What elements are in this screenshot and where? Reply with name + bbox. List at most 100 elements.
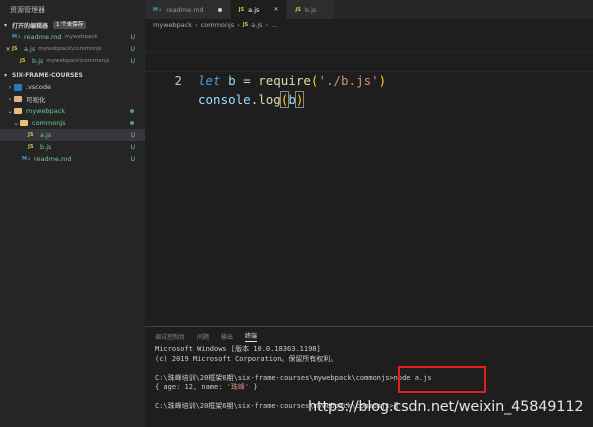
chevron-down-icon: ▾	[4, 21, 8, 29]
markdown-icon: M↓	[12, 34, 22, 40]
untracked-status: U	[130, 131, 135, 139]
open-editor-a-js[interactable]: ✕ JS a.js mywebpack\commonjs U	[0, 43, 145, 55]
tree-item-mywebpack[interactable]: ⌄ mywebpack	[0, 105, 145, 117]
project-title: SIX-FRAME-COURSES	[12, 71, 83, 79]
chevron-right-icon: ›	[8, 95, 12, 103]
tab-readme[interactable]: M↓ readme.md	[145, 0, 231, 19]
breadcrumb-item[interactable]: commonjs	[201, 21, 235, 29]
terminal-line: (c) 2019 Microsoft Corporation。保留所有权利。	[155, 354, 338, 363]
terminal-line: C:\珠峰培训\20框架6期\six-frame-courses\mywebpa…	[155, 374, 593, 384]
terminal-blank	[155, 364, 593, 374]
markdown-icon: M↓	[22, 156, 32, 162]
open-editor-path: mywebpack\commonjs	[38, 46, 102, 52]
untracked-status: U	[130, 45, 135, 53]
tree-item-a-js[interactable]: JS a.js U	[0, 129, 145, 141]
watermark: https://blog.csdn.net/weixin_45849112	[308, 399, 584, 415]
javascript-icon: JS	[28, 132, 34, 138]
tab-problems[interactable]: 问题	[197, 332, 209, 341]
breadcrumb-more[interactable]: ...	[271, 21, 277, 29]
code-line: 1 let b = require('./b.js')	[145, 33, 593, 88]
open-editor-b-js[interactable]: JS b.js mywebpack\commonjs U	[0, 55, 145, 67]
explorer-sidebar: 资源管理器 ▾ 打开的编辑器 1 个未保存 M↓ readme.md myweb…	[0, 0, 145, 427]
tab-debug-console[interactable]: 调试控制台	[155, 332, 185, 341]
chevron-right-icon: ›	[237, 21, 240, 29]
open-editor-name: a.js	[24, 45, 36, 53]
javascript-icon: JS	[28, 144, 34, 150]
output-string: '珠峰'	[226, 383, 250, 391]
javascript-icon: JS	[20, 58, 26, 64]
argument: b	[288, 92, 296, 107]
open-editor-readme[interactable]: M↓ readme.md mywebpack U	[0, 31, 145, 43]
tree-item-vscode[interactable]: › .vscode	[0, 81, 145, 93]
open-editors-title: 打开的编辑器	[12, 22, 49, 30]
untracked-status: U	[130, 33, 135, 41]
tree-item-label: mywebpack	[26, 107, 66, 115]
folder-icon	[14, 96, 22, 102]
open-editor-name: b.js	[32, 57, 44, 65]
terminal-line: Microsoft Windows [版本 10.0.18363.1198]	[155, 345, 321, 353]
code-text: console.log(b)	[198, 90, 305, 109]
close-icon[interactable]: ✕	[273, 6, 278, 13]
modified-dot-icon	[130, 121, 134, 125]
output-number: 12	[184, 383, 193, 391]
panel-tabs: 调试控制台 问题 输出 终端	[145, 327, 593, 345]
unsaved-dot-icon[interactable]	[217, 7, 222, 12]
code-text: let b = require('./b.js')	[198, 71, 386, 90]
object: console	[198, 92, 251, 107]
code-line-current: 2 console.log(b)	[144, 51, 593, 108]
tree-item-readme[interactable]: M↓ readme.md U	[0, 153, 145, 165]
tab-b-js[interactable]: JS b.js	[287, 0, 336, 19]
open-editor-path: mywebpack	[64, 34, 98, 40]
tree-item-label: .vscode	[26, 83, 51, 91]
open-editor-path: mywebpack\commonjs	[46, 58, 110, 64]
tab-terminal[interactable]: 终端	[245, 331, 258, 342]
markdown-icon: M↓	[153, 6, 163, 13]
output-text: , name:	[192, 383, 227, 391]
chevron-down-icon: ▾	[4, 71, 8, 79]
breadcrumb-item[interactable]: mywebpack	[153, 21, 192, 29]
tab-label: b.js	[304, 5, 317, 14]
string-literal: './b.js'	[318, 73, 379, 88]
tree-item-commonjs[interactable]: ⌄ commonjs	[0, 117, 145, 129]
untracked-status: U	[130, 143, 135, 151]
terminal-line: { age: 12, name: '珠峰' }	[155, 383, 593, 393]
open-editor-name: readme.md	[24, 33, 62, 41]
chevron-right-icon: ›	[8, 83, 12, 91]
chevron-right-icon: ›	[195, 21, 198, 29]
tree-item-label: commonjs	[32, 119, 66, 127]
project-header[interactable]: ▾ SIX-FRAME-COURSES	[0, 69, 145, 81]
tab-output[interactable]: 输出	[221, 332, 233, 341]
chevron-down-icon: ⌄	[13, 119, 19, 127]
javascript-icon: JS	[12, 46, 18, 52]
tree-item-label: 可视化	[26, 96, 46, 104]
folder-open-icon	[14, 108, 22, 114]
modified-dot-icon	[130, 109, 134, 113]
output-text: { age:	[155, 383, 185, 391]
line-number: 2	[174, 73, 182, 88]
untracked-status: U	[130, 57, 135, 65]
tree-item-keshihua[interactable]: › 可视化	[0, 93, 145, 105]
close-icon[interactable]: ✕	[4, 46, 12, 53]
open-editors-header[interactable]: ▾ 打开的编辑器 1 个未保存	[0, 19, 145, 31]
javascript-icon: JS	[238, 6, 245, 13]
folder-open-icon	[20, 120, 28, 126]
tree-item-label: b.js	[40, 143, 52, 151]
chevron-right-icon: ›	[265, 21, 269, 29]
paren: )	[378, 73, 387, 88]
tab-label: readme.md	[166, 5, 204, 14]
output-text: }	[249, 383, 258, 391]
tab-a-js[interactable]: JS a.js ✕	[230, 0, 288, 19]
unsaved-badge: 1 个未保存	[53, 21, 87, 29]
variable: b	[228, 73, 236, 88]
function-name: require	[258, 73, 311, 88]
javascript-icon: JS	[242, 22, 249, 28]
operator: =	[243, 73, 251, 88]
paren: )	[294, 91, 305, 108]
keyword: let	[198, 73, 221, 88]
code-editor[interactable]: 1 let b = require('./b.js') 2 console.lo…	[144, 31, 593, 326]
tree-item-b-js[interactable]: JS b.js U	[0, 141, 145, 153]
breadcrumb: mywebpack › commonjs › JS a.js › ...	[145, 19, 277, 31]
breadcrumb-file[interactable]: a.js	[251, 21, 262, 29]
highlight-box	[398, 366, 486, 393]
function-name: log	[258, 92, 281, 107]
